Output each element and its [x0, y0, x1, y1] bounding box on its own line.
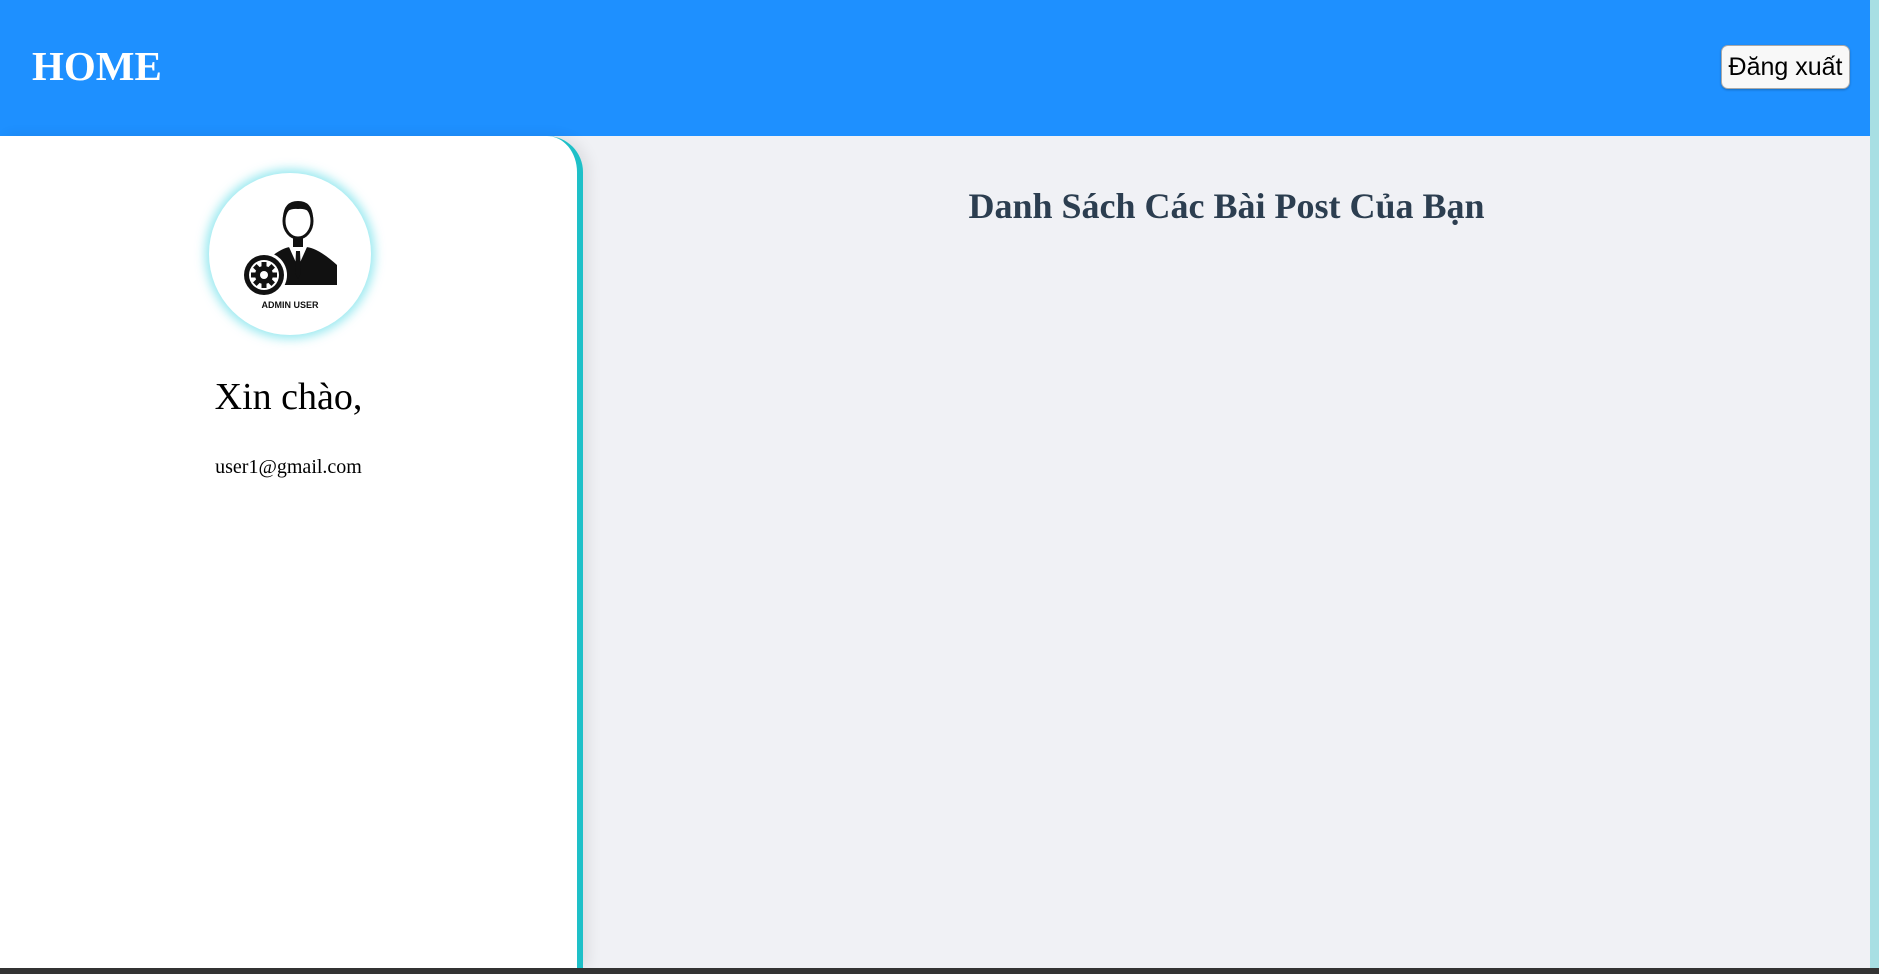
post-list-title: Danh Sách Các Bài Post Của Bạn [968, 186, 1485, 226]
top-header: HOME Đăng xuất [0, 0, 1870, 136]
avatar: ADMIN USER [209, 173, 371, 335]
user-email: user1@gmail.com [215, 456, 362, 478]
bottom-border [0, 968, 1879, 974]
greeting-text: Xin chào, [214, 376, 363, 418]
app-page: HOME Đăng xuất ADMIN USER Xin chào, user… [0, 0, 1879, 974]
home-link[interactable]: HOME [32, 38, 162, 94]
admin-user-icon: ADMIN USER [241, 201, 337, 310]
logout-button[interactable]: Đăng xuất [1721, 45, 1850, 89]
profile-sidebar: ADMIN USER Xin chào, user1@gmail.com [0, 136, 583, 968]
avatar-caption: ADMIN USER [261, 300, 319, 310]
main-area: ADMIN USER Xin chào, user1@gmail.com Dan… [0, 136, 1870, 968]
right-edge-strip [1870, 0, 1879, 974]
